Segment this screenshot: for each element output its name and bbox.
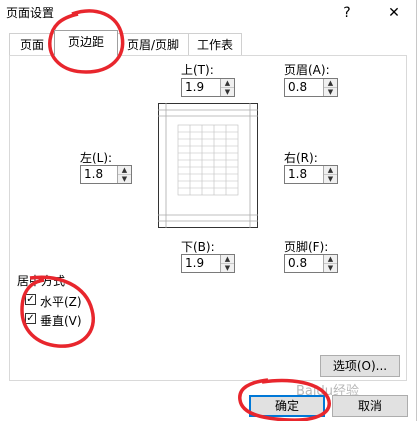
page-setup-dialog: 页面设置 ? ✕ 页面 页边距 页眉/页脚 工作表 上(T): 1.9 ▲ ▼ 页… <box>0 0 417 421</box>
right-margin-value: 1.8 <box>288 167 308 181</box>
centering-group-label: 居中方式 <box>17 274 66 288</box>
ok-button[interactable]: 确定 <box>249 395 325 417</box>
bottom-margin-spinner[interactable]: 1.9 ▲ ▼ <box>181 254 235 273</box>
top-margin-spinner[interactable]: 1.9 ▲ ▼ <box>181 78 235 97</box>
top-margin-value: 1.9 <box>185 80 205 94</box>
spin-up-icon[interactable]: ▲ <box>221 79 234 88</box>
horizontal-checkbox-row[interactable]: ✓ 水平(Z) <box>25 293 95 309</box>
page-preview <box>158 103 258 228</box>
bottom-margin-label: 下(B): <box>181 240 215 254</box>
spin-up-icon[interactable]: ▲ <box>118 166 131 175</box>
spin-up-icon[interactable]: ▲ <box>324 255 337 264</box>
spin-up-icon[interactable]: ▲ <box>324 166 337 175</box>
dialog-title: 页面设置 <box>6 6 55 20</box>
tab-header-footer[interactable]: 页眉/页脚 <box>117 33 189 55</box>
tab-page[interactable]: 页面 <box>9 33 55 55</box>
spin-up-icon[interactable]: ▲ <box>221 255 234 264</box>
footer-margin-value: 0.8 <box>288 256 308 270</box>
footer-margin-label: 页脚(F): <box>284 240 329 254</box>
right-margin-label: 右(R): <box>284 151 318 165</box>
horizontal-checkbox[interactable]: ✓ <box>25 294 36 305</box>
tab-margins[interactable]: 页边距 <box>54 30 118 56</box>
right-margin-spinner[interactable]: 1.8 ▲ ▼ <box>284 165 338 184</box>
spin-down-icon[interactable]: ▼ <box>324 264 337 272</box>
cancel-button[interactable]: 取消 <box>332 395 408 417</box>
vertical-checkbox[interactable]: ✓ <box>25 313 36 324</box>
close-button[interactable]: ✕ <box>383 2 405 24</box>
spin-up-icon[interactable]: ▲ <box>324 79 337 88</box>
tab-sheet[interactable]: 工作表 <box>188 33 242 55</box>
footer-margin-spinner[interactable]: 0.8 ▲ ▼ <box>284 254 338 273</box>
help-button[interactable]: ? <box>336 2 358 24</box>
spin-down-icon[interactable]: ▼ <box>324 88 337 96</box>
spin-down-icon[interactable]: ▼ <box>221 264 234 272</box>
left-margin-value: 1.8 <box>84 167 104 181</box>
vertical-checkbox-row[interactable]: ✓ 垂直(V) <box>25 312 95 328</box>
top-margin-label: 上(T): <box>181 63 214 77</box>
header-margin-label: 页眉(A): <box>284 63 330 77</box>
vertical-checkbox-label: 垂直(V) <box>40 314 82 328</box>
bottom-margin-value: 1.9 <box>185 256 205 270</box>
left-margin-label: 左(L): <box>80 151 113 165</box>
options-button[interactable]: 选项(O)... <box>320 355 400 377</box>
header-margin-value: 0.8 <box>288 80 308 94</box>
spin-down-icon[interactable]: ▼ <box>118 175 131 183</box>
horizontal-checkbox-label: 水平(Z) <box>40 295 82 309</box>
spin-down-icon[interactable]: ▼ <box>221 88 234 96</box>
header-margin-spinner[interactable]: 0.8 ▲ ▼ <box>284 78 338 97</box>
left-margin-spinner[interactable]: 1.8 ▲ ▼ <box>80 165 132 184</box>
spin-down-icon[interactable]: ▼ <box>324 175 337 183</box>
